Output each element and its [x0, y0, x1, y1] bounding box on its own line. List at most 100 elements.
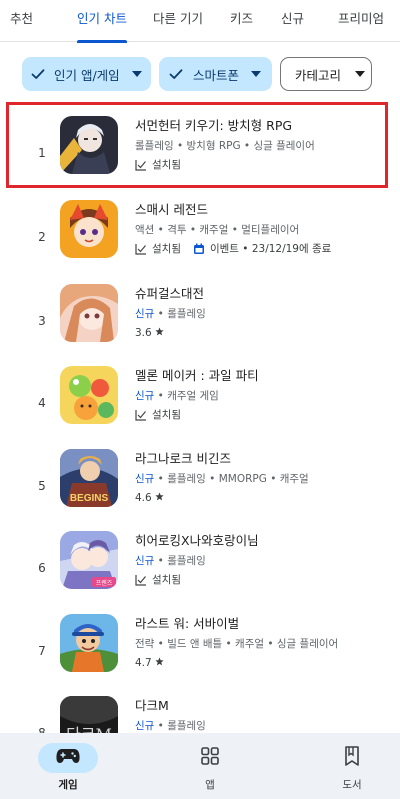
filter-chip-smartphone[interactable]: 스마트폰 [159, 57, 272, 91]
new-badge: 신규 [135, 390, 155, 402]
tab-kids[interactable]: 키즈 [230, 0, 253, 42]
app-category-tags: 신규 • 롤플레잉 [135, 553, 394, 570]
app-info: 슈퍼걸스대전 신규 • 롤플레잉 3.6 [135, 285, 394, 341]
nav-games-label: 게임 [58, 779, 78, 791]
app-info: 라스트 워: 서바이벌 전략 • 빌드 앤 배틀 • 캐주얼 • 싱글 플레이어… [135, 615, 394, 671]
filter-chip-label: 스마트폰 [193, 67, 240, 83]
app-title: 히어로킹X나와호랑이님 [135, 533, 259, 548]
app-icon: 프렌즈 [60, 531, 118, 589]
tab-new[interactable]: 신규 [281, 0, 304, 42]
rank-number: 2 [38, 230, 46, 244]
play-store-top-charts: 추천 인기 차트 다른 기기 키즈 신규 프리미엄 인기 앱/게임 스마트폰 카… [0, 0, 400, 799]
app-icon [60, 366, 118, 424]
bottom-navigation-bar: 게임 앱 도서 [0, 733, 400, 799]
new-badge: 신규 [135, 473, 155, 485]
installed-icon [135, 574, 147, 586]
rating-value: 3.6 [135, 327, 152, 339]
app-icon [60, 200, 118, 258]
bullet-separator: • [154, 308, 168, 320]
app-category: 캐주얼 게임 [167, 390, 219, 402]
bookmark-icon [344, 746, 360, 770]
nav-books[interactable]: 도서 [302, 733, 400, 799]
app-title: 라스트 워: 서바이벌 [135, 616, 240, 631]
star-icon [155, 325, 164, 341]
gamepad-icon [56, 748, 80, 768]
app-title: 라그나로크 비긴즈 [135, 451, 231, 466]
app-status: 설치됨 [135, 572, 394, 588]
installed-label: 설치됨 [152, 409, 181, 421]
app-icon-text: BEGINS [70, 493, 109, 504]
rank-number: 3 [38, 314, 46, 328]
event-label: 이벤트 • 23/12/19에 종료 [209, 243, 332, 255]
list-item[interactable]: 7 라스트 워: 서바이벌 전략 • 빌드 앤 배틀 • 캐주얼 • 싱글 플레… [0, 614, 400, 694]
check-icon [167, 65, 185, 83]
nav-books-label: 도서 [342, 779, 362, 791]
list-item[interactable]: 4 멜론 메이커 : 과일 파티 신규 • 캐주얼 게임 설치됨 [0, 366, 400, 446]
app-title: 슈퍼걸스대전 [135, 286, 205, 301]
installed-label: 설치됨 [152, 243, 181, 255]
nav-apps[interactable]: 앱 [160, 733, 260, 799]
bullet-separator: • [154, 555, 168, 567]
installed-label: 설치됨 [152, 574, 181, 586]
app-category-tags: 신규 • 롤플레잉 • MMORPG • 캐주얼 [135, 471, 394, 488]
app-info: 라그나로크 비긴즈 신규 • 롤플레잉 • MMORPG • 캐주얼 4.6 [135, 450, 394, 506]
chevron-down-icon [131, 69, 142, 79]
app-category-tags: 신규 • 캐주얼 게임 [135, 388, 394, 405]
rank-number: 5 [38, 479, 46, 493]
app-info: 히어로킹X나와호랑이님 신규 • 롤플레잉 설치됨 [135, 532, 394, 588]
app-icon [60, 614, 118, 672]
chevron-down-icon [251, 69, 262, 79]
list-item[interactable]: 5 BEGINS 라그나로크 비긴즈 신규 • 롤플레잉 • MMORPG • … [0, 449, 400, 529]
bullet-separator: • [154, 720, 168, 732]
nav-games-pill [38, 743, 98, 773]
nav-apps-label: 앱 [205, 779, 215, 791]
nav-apps-pill [180, 743, 240, 773]
app-title: 스매시 레전드 [135, 202, 208, 217]
bullet-separator: • [154, 390, 168, 402]
filter-chip-row: 인기 앱/게임 스마트폰 카테고리 [22, 57, 372, 91]
list-item[interactable]: 6 프렌즈 히어로킹X나와호랑이님 신규 • 롤플레잉 설치됨 [0, 531, 400, 611]
top-tab-bar: 추천 인기 차트 다른 기기 키즈 신규 프리미엄 [0, 0, 400, 43]
app-status: 설치됨 이벤트 • 23/12/19에 종료 [135, 241, 394, 257]
rank-number: 4 [38, 396, 46, 410]
app-status: 설치됨 [135, 407, 394, 423]
app-info: 멜론 메이커 : 과일 파티 신규 • 캐주얼 게임 설치됨 [135, 367, 394, 423]
filter-chip-label: 인기 앱/게임 [54, 67, 120, 83]
app-info: 스매시 레전드 액션 • 격투 • 캐주얼 • 멀티플레이어 설치됨 이벤트 •… [135, 201, 394, 257]
new-badge: 신규 [135, 308, 155, 320]
list-item[interactable]: 3 슈퍼걸스대전 신규 • 롤플레잉 3.6 [0, 284, 400, 364]
app-category: 롤플레잉 • MMORPG • 캐주얼 [167, 473, 309, 485]
star-icon [155, 655, 164, 671]
rating-value: 4.7 [135, 657, 152, 669]
app-icon: BEGINS [60, 449, 118, 507]
new-badge: 신규 [135, 720, 155, 732]
filter-chip-category[interactable]: 카테고리 [280, 57, 372, 91]
highlight-box [6, 102, 388, 188]
app-category-tags: 전략 • 빌드 앤 배틀 • 캐주얼 • 싱글 플레이어 [135, 638, 339, 650]
star-icon [155, 490, 164, 506]
filter-chip-popular-apps-games[interactable]: 인기 앱/게임 [22, 57, 151, 91]
app-category: 롤플레잉 [167, 308, 206, 320]
tab-premium[interactable]: 프리미엄 [338, 0, 384, 42]
app-rating: 4.7 [135, 655, 394, 671]
filter-chip-label: 카테고리 [295, 67, 342, 83]
rating-value: 4.6 [135, 492, 152, 504]
installed-icon [135, 409, 147, 421]
installed-icon [135, 243, 147, 255]
new-badge: 신규 [135, 555, 155, 567]
app-title: 다크M [135, 698, 169, 713]
rank-number: 6 [38, 561, 46, 575]
list-item[interactable]: 2 스매시 레전드 액션 • 격투 • 캐주얼 • 멀티플레이어 설치됨 이벤트… [0, 200, 400, 280]
tab-recommended[interactable]: 추천 [10, 0, 33, 42]
rank-number: 7 [38, 644, 46, 658]
app-rating: 4.6 [135, 490, 394, 506]
app-rating: 3.6 [135, 325, 394, 341]
app-icon-text: 프렌즈 [96, 579, 113, 587]
app-category: 롤플레잉 [167, 555, 206, 567]
app-category: 롤플레잉 [167, 720, 206, 732]
bullet-separator: • [154, 473, 168, 485]
app-category-tags: 액션 • 격투 • 캐주얼 • 멀티플레이어 [135, 224, 300, 236]
nav-games[interactable]: 게임 [18, 733, 118, 799]
tab-top-charts[interactable]: 인기 차트 [77, 0, 127, 43]
tab-other-devices[interactable]: 다른 기기 [153, 0, 203, 42]
